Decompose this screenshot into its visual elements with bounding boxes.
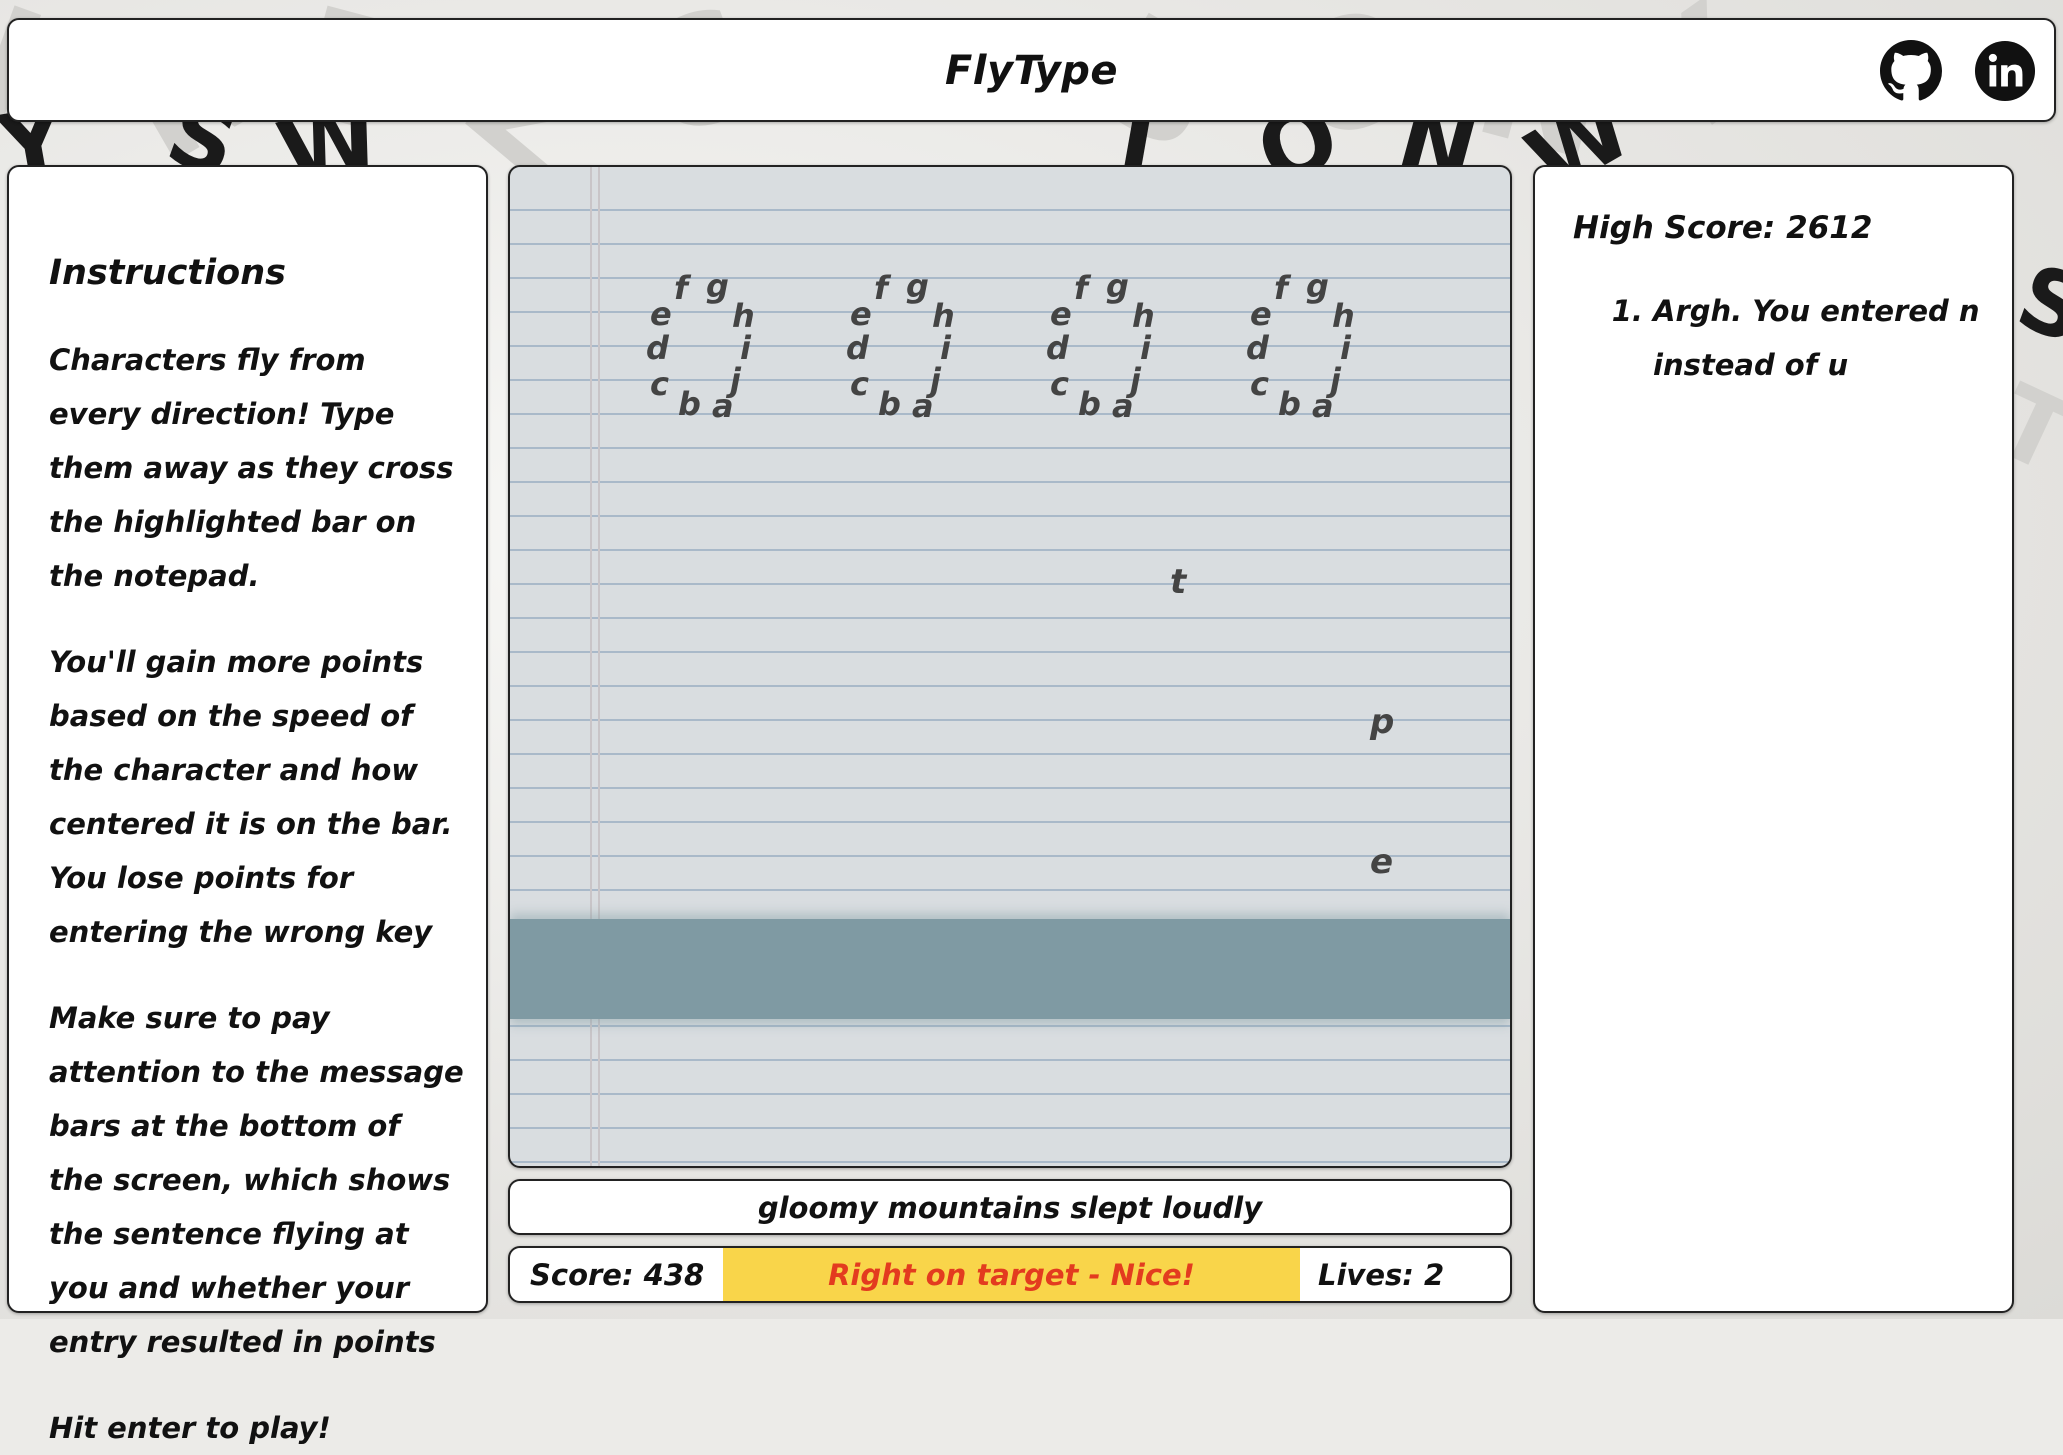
ring-letter: j [730, 361, 741, 399]
header-bar: FlyType [7, 18, 2056, 122]
ring-letter: i [740, 329, 751, 367]
ring-letter: g [1306, 267, 1329, 305]
ring-letter: b [678, 385, 701, 423]
flying-character: p [1370, 702, 1395, 742]
ring-letter: g [1106, 267, 1129, 305]
sentence-text: gloomy mountains slept loudly [757, 1191, 1263, 1225]
lives-label: Lives: 2 [1318, 1258, 1445, 1292]
sentence-bar: gloomy mountains slept loudly [508, 1179, 1512, 1235]
status-bar: Score: 438 Right on target - Nice! Lives… [508, 1246, 1512, 1303]
ring-letter: g [706, 267, 729, 305]
ring-letter: d [846, 329, 869, 367]
ring-letter: j [1130, 361, 1141, 399]
ring-letter: d [646, 329, 669, 367]
ring-letter: b [1078, 385, 1101, 423]
linkedin-link[interactable] [1974, 40, 2036, 102]
instructions-panel: Instructions Characters fly from every d… [7, 165, 488, 1445]
ring-letter: i [1140, 329, 1151, 367]
ring-letter: e [1250, 295, 1272, 333]
ring-letter: e [850, 295, 872, 333]
ring-letter: c [1050, 365, 1069, 403]
ring-letter: e [650, 295, 672, 333]
score-label: Score: 438 [530, 1258, 705, 1292]
ring-letter: i [940, 329, 951, 367]
ring-letter: f [1274, 269, 1288, 307]
instructions-play-hint: Hit enter to play! [49, 1411, 331, 1445]
ring-letter: b [1278, 385, 1301, 423]
instructions-paragraph: Make sure to pay attention to the messag… [49, 1001, 464, 1359]
scoreboard-panel: High Score: 2612 Argh. You entered n ins… [1533, 165, 2014, 1313]
instructions-paragraph: Characters fly from every direction! Typ… [49, 343, 454, 593]
ring-letter: d [1246, 329, 1269, 367]
ring-letter: f [1074, 269, 1088, 307]
ring-letter: b [878, 385, 901, 423]
instructions-paragraph: You'll gain more points based on the spe… [49, 645, 453, 949]
ring-letter: f [874, 269, 888, 307]
high-score: High Score: 2612 [1573, 210, 1873, 246]
feedback-box: Right on target - Nice! [723, 1248, 1300, 1301]
feedback-text: Right on target - Nice! [828, 1258, 1195, 1292]
ring-letter: c [650, 365, 669, 403]
linkedin-icon [1974, 40, 2036, 102]
ring-letter: g [906, 267, 929, 305]
ring-letter: d [1046, 329, 1069, 367]
ring-letter: j [1330, 361, 1341, 399]
ring-letter: c [850, 365, 869, 403]
flying-character: t [1170, 562, 1187, 602]
flying-character: e [1370, 842, 1394, 882]
ring-letter: i [1340, 329, 1351, 367]
game-notepad[interactable]: abcdefghijabcdefghijabcdefghijabcdefghij… [508, 165, 1512, 1168]
app-title: FlyType [944, 48, 1119, 94]
ring-letter: j [930, 361, 941, 399]
message-item: Argh. You entered n instead of u [1653, 284, 1984, 392]
message-list: Argh. You entered n instead of u [1573, 284, 1984, 392]
github-link[interactable] [1880, 40, 1942, 102]
github-icon [1880, 40, 1942, 101]
instructions-title: Instructions [49, 253, 286, 293]
ring-letter: f [674, 269, 688, 307]
target-bar [510, 919, 1510, 1019]
ring-letter: c [1250, 365, 1269, 403]
ring-letter: e [1050, 295, 1072, 333]
